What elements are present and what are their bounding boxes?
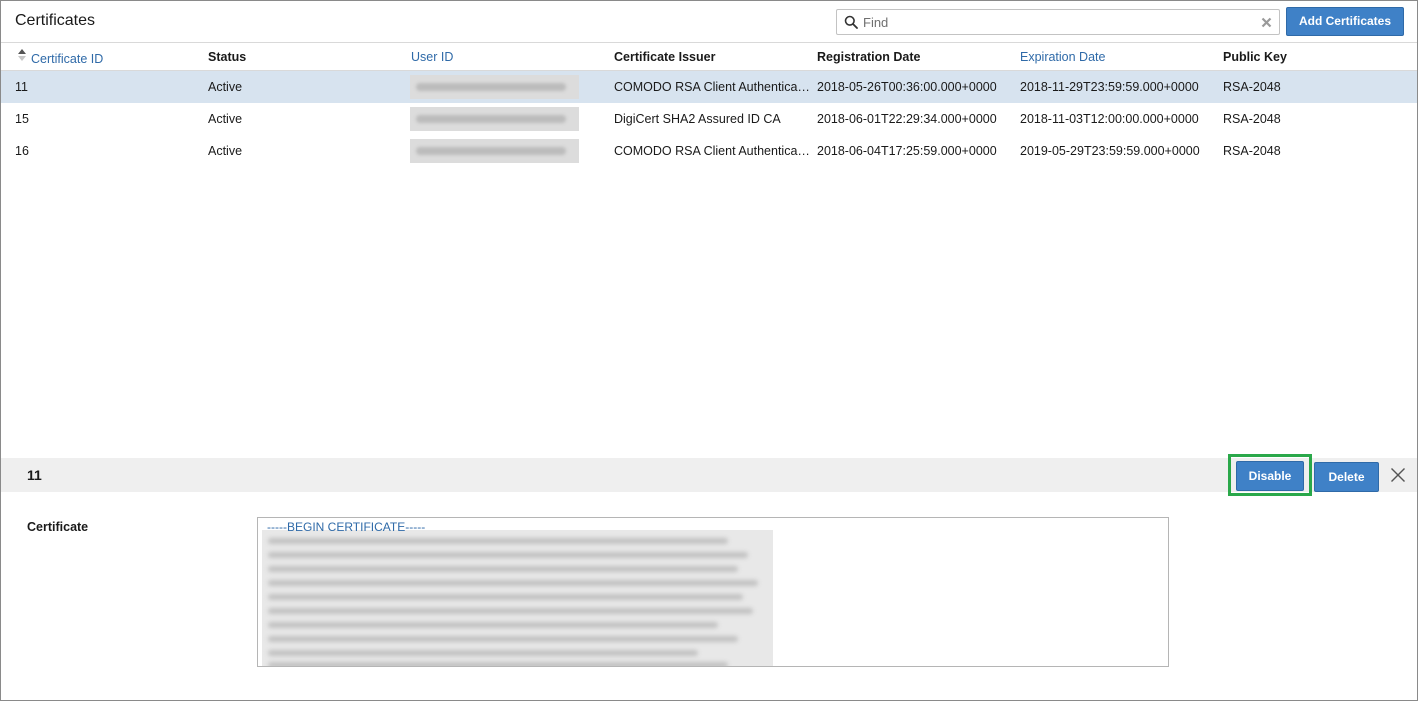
column-header-public-key[interactable]: Public Key [1223, 50, 1287, 64]
cell-certificate-issuer: COMODO RSA Client Authenticat… [614, 80, 810, 94]
cell-registration-date: 2018-06-01T22:29:34.000+0000 [817, 112, 997, 126]
add-certificates-button[interactable]: Add Certificates [1286, 7, 1404, 36]
sort-ascending-icon[interactable] [18, 49, 26, 61]
clear-search-icon[interactable] [1261, 17, 1272, 28]
certificate-begin-marker: -----BEGIN CERTIFICATE----- [267, 520, 426, 534]
close-icon[interactable] [1390, 467, 1406, 483]
cell-registration-date: 2018-06-04T17:25:59.000+0000 [817, 144, 997, 158]
header: Certificates Add Certificates [1, 1, 1417, 43]
cell-certificate-issuer: DigiCert SHA2 Assured ID CA [614, 112, 781, 126]
table-row[interactable]: 15 Active DigiCert SHA2 Assured ID CA 20… [1, 103, 1417, 135]
detail-certificate-id: 11 [27, 467, 42, 483]
search-icon [844, 15, 858, 29]
cell-user-id-redacted [410, 139, 579, 163]
column-header-expiration-date[interactable]: Expiration Date [1020, 50, 1105, 64]
cell-status: Active [208, 112, 243, 126]
delete-button[interactable]: Delete [1314, 462, 1379, 492]
column-header-certificate-id[interactable]: Certificate ID [31, 52, 103, 66]
table-row[interactable]: 11 Active COMODO RSA Client Authenticat…… [1, 71, 1417, 103]
cell-public-key: RSA-2048 [1223, 80, 1281, 94]
cell-status: Active [208, 80, 243, 94]
app-window: Certificates Add Certificates Certificat… [0, 0, 1418, 701]
cell-public-key: RSA-2048 [1223, 112, 1281, 126]
column-header-certificate-issuer[interactable]: Certificate Issuer [614, 50, 715, 64]
cell-public-key: RSA-2048 [1223, 144, 1281, 158]
certificate-label: Certificate [27, 520, 89, 534]
column-header-registration-date[interactable]: Registration Date [817, 50, 921, 64]
page-title: Certificates [15, 12, 96, 29]
detail-toolbar: 11 Disable Delete [1, 454, 1417, 496]
certificate-textarea[interactable]: -----BEGIN CERTIFICATE----- [257, 517, 1169, 667]
cell-certificate-id: 16 [15, 144, 29, 158]
table-header: Certificate ID Status User ID Certificat… [1, 43, 1417, 71]
search-input[interactable] [863, 12, 1253, 32]
disable-button-highlight: Disable [1228, 454, 1312, 496]
cell-status: Active [208, 144, 243, 158]
cell-expiration-date: 2018-11-03T12:00:00.000+0000 [1020, 112, 1199, 126]
cell-user-id-redacted [410, 75, 579, 99]
search-box[interactable] [836, 9, 1280, 35]
column-header-user-id[interactable]: User ID [411, 50, 453, 64]
cell-registration-date: 2018-05-26T00:36:00.000+0000 [817, 80, 997, 94]
cell-expiration-date: 2018-11-29T23:59:59.000+0000 [1020, 80, 1199, 94]
table-row[interactable]: 16 Active COMODO RSA Client Authenticat…… [1, 135, 1417, 167]
disable-button[interactable]: Disable [1236, 461, 1304, 491]
cell-expiration-date: 2019-05-29T23:59:59.000+0000 [1020, 144, 1200, 158]
certificate-content-redacted [262, 530, 773, 666]
cell-certificate-issuer: COMODO RSA Client Authenticat… [614, 144, 810, 158]
cell-certificate-id: 15 [15, 112, 29, 126]
cell-certificate-id: 11 [15, 80, 28, 94]
cell-user-id-redacted [410, 107, 579, 131]
column-header-status[interactable]: Status [208, 50, 246, 64]
